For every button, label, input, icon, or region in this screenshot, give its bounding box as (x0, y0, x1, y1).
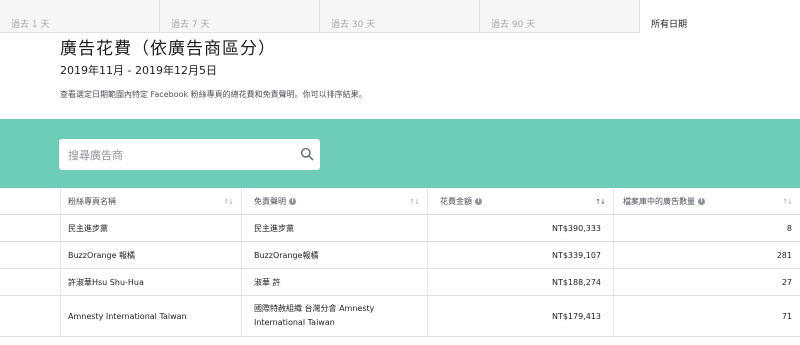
spend-cell: NT$390,333 (427, 215, 613, 241)
page-name-cell[interactable]: 民主進步黨 (60, 215, 241, 241)
spend-cell: NT$339,107 (427, 242, 613, 268)
disclaimer-line: 國際特赦組織 台灣分會 Amnesty (254, 304, 375, 313)
column-header-disclaimer[interactable]: 免責聲明 i ↑↓ (241, 188, 427, 214)
ad-count-cell[interactable]: 71 (613, 296, 800, 336)
column-header-label: 免責聲明 (254, 196, 286, 206)
tab-all-dates[interactable]: 所有日期 (640, 0, 800, 33)
sort-icon[interactable]: ↑↓ (409, 198, 420, 206)
ad-count-cell[interactable]: 8 (613, 215, 800, 241)
info-icon[interactable]: i (475, 197, 482, 205)
tab-past-90-days[interactable]: 過去 90 天 (480, 0, 640, 33)
tab-past-1-day[interactable]: 過去 1 天 (0, 0, 160, 33)
column-header-label: 粉絲專頁名稱 (68, 196, 116, 206)
spend-cell: NT$188,274 (427, 269, 613, 295)
date-range-tabs: 過去 1 天 過去 7 天 過去 30 天 過去 90 天 所有日期 (0, 0, 800, 33)
page-title: 廣告花費（依廣告商區分） (60, 39, 276, 59)
search-box[interactable] (59, 139, 320, 170)
report-header: 廣告花費（依廣告商區分） 2019年11月 - 2019年12月5日 查看選定日… (60, 38, 780, 100)
disclaimer-line: International Taiwan (254, 318, 335, 327)
disclaimer-text: 國際特赦組織 台灣分會 Amnesty International Taiwan (254, 296, 374, 330)
search-band (0, 119, 800, 188)
search-input[interactable] (68, 147, 288, 163)
page-name-cell[interactable]: BuzzOrange 報橘 (60, 242, 241, 268)
ad-count-cell[interactable]: 281 (613, 242, 800, 268)
tab-past-30-days[interactable]: 過去 30 天 (320, 0, 480, 33)
sort-active-icon[interactable]: ↑↓ (595, 198, 606, 206)
spend-cell: NT$179,413 (427, 296, 613, 336)
page-name-cell[interactable]: Amnesty International Taiwan (60, 296, 241, 336)
date-range-label: 2019年11月 - 2019年12月5日 (60, 64, 217, 77)
search-icon[interactable] (300, 147, 314, 161)
ad-count-cell[interactable]: 27 (613, 269, 800, 295)
column-header-label: 檔案庫中的廣告數量 (623, 196, 695, 206)
column-header-page-name[interactable]: 粉絲專頁名稱 ↑↓ (60, 188, 241, 214)
table-row[interactable]: 民主進步黨 民主進步黨 NT$390,333 8 (0, 215, 800, 242)
table-row[interactable]: 許淑華Hsu Shu-Hua 淑華 許 NT$188,274 27 (0, 269, 800, 296)
page-name-cell[interactable]: 許淑華Hsu Shu-Hua (60, 269, 241, 295)
page-description: 查看選定日期範圍內特定 Facebook 粉絲專頁的總花費和免責聲明。你可以排序… (60, 90, 367, 99)
sort-icon[interactable]: ↑↓ (782, 198, 793, 206)
sort-icon[interactable]: ↑↓ (223, 198, 234, 206)
table-header-row: 粉絲專頁名稱 ↑↓ 免責聲明 i ↑↓ 花費金額 i ↑↓ 檔案庫中的廣告數量 … (0, 188, 800, 215)
advertiser-table: 粉絲專頁名稱 ↑↓ 免責聲明 i ↑↓ 花費金額 i ↑↓ 檔案庫中的廣告數量 … (0, 188, 800, 337)
column-header-spend[interactable]: 花費金額 i ↑↓ (427, 188, 613, 214)
tab-past-7-days[interactable]: 過去 7 天 (160, 0, 320, 33)
info-icon[interactable]: i (698, 197, 705, 205)
disclaimer-cell: 民主進步黨 (241, 215, 427, 241)
disclaimer-cell: 國際特赦組織 台灣分會 Amnesty International Taiwan (241, 296, 427, 336)
column-header-ad-count[interactable]: 檔案庫中的廣告數量 i ↑↓ (613, 188, 800, 214)
table-row[interactable]: Amnesty International Taiwan 國際特赦組織 台灣分會… (0, 296, 800, 337)
table-row[interactable]: BuzzOrange 報橘 BuzzOrange報橘 NT$339,107 28… (0, 242, 800, 269)
disclaimer-cell: 淑華 許 (241, 269, 427, 295)
column-header-label: 花費金額 (440, 196, 472, 206)
info-icon[interactable]: i (289, 197, 296, 205)
disclaimer-cell: BuzzOrange報橘 (241, 242, 427, 268)
